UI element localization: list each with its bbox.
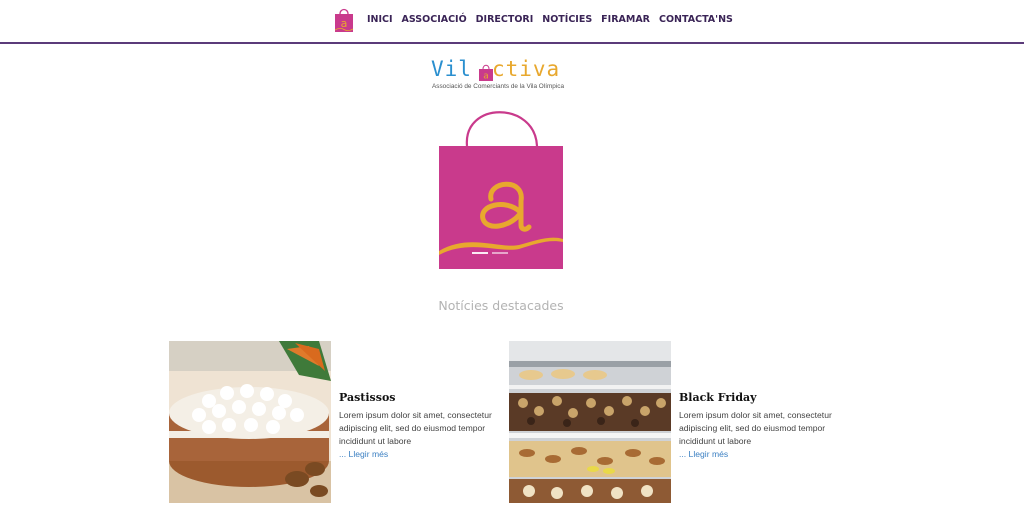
main-menu: INICI ASSOCIACIÓ DIRECTORI NOTÍCIES FIRA… (367, 14, 742, 25)
pastry-display-image[interactable] (509, 341, 671, 503)
nav-item-contactans[interactable]: CONTACTA'NS (659, 14, 733, 25)
hero-bag-image (439, 111, 563, 269)
news-card-pastissos: Pastissos Lorem ipsum dolor sit amet, co… (169, 341, 509, 503)
news-excerpt-text: Lorem ipsum dolor sit amet, consectetur … (339, 410, 492, 446)
brand-logo[interactable]: Vil ctiva a Associació de Comerciants de … (431, 57, 576, 93)
read-more-link[interactable]: ... Llegir més (339, 449, 388, 459)
news-title[interactable]: Black Friday (679, 391, 839, 404)
brand-wordmark: Vil ctiva (431, 57, 560, 81)
news-excerpt: Lorem ipsum dolor sit amet, consectetur … (679, 409, 839, 461)
news-title[interactable]: Pastissos (339, 391, 499, 404)
brand-bag-icon: a (479, 64, 493, 82)
news-card-black-friday: Black Friday Lorem ipsum dolor sit amet,… (509, 341, 849, 503)
slider-dot-1[interactable] (472, 252, 488, 254)
nav-item-associacio[interactable]: ASSOCIACIÓ (402, 14, 467, 25)
nav-item-directori[interactable]: DIRECTORI (476, 14, 534, 25)
news-excerpt: Lorem ipsum dolor sit amet, consectetur … (339, 409, 499, 461)
nav-item-noticies[interactable]: NOTÍCIES (542, 14, 592, 25)
shopping-bag-a-icon[interactable]: a (334, 7, 354, 33)
svg-text:a: a (341, 17, 348, 30)
news-excerpt-text: Lorem ipsum dolor sit amet, consectetur … (679, 410, 832, 446)
nav-item-firamar[interactable]: FIRAMAR (601, 14, 650, 25)
news-card-body: Pastissos Lorem ipsum dolor sit amet, co… (339, 391, 499, 461)
read-more-link[interactable]: ... Llegir més (679, 449, 728, 459)
slider-dots (472, 252, 508, 254)
top-navigation: a INICI ASSOCIACIÓ DIRECTORI NOTÍCIES FI… (0, 0, 1024, 44)
brand-vil-text: Vil (431, 57, 472, 81)
section-title: Notícies destacades (438, 298, 564, 313)
brand-activa-text: ctiva (491, 57, 561, 81)
nav-item-inici[interactable]: INICI (367, 14, 393, 25)
brand-subtitle: Associació de Comerciants de la Vila Olí… (432, 83, 565, 90)
carrot-cake-image[interactable] (169, 341, 331, 503)
svg-text:a: a (483, 72, 489, 82)
news-card-body: Black Friday Lorem ipsum dolor sit amet,… (679, 391, 839, 461)
slider-dot-2[interactable] (492, 252, 508, 254)
